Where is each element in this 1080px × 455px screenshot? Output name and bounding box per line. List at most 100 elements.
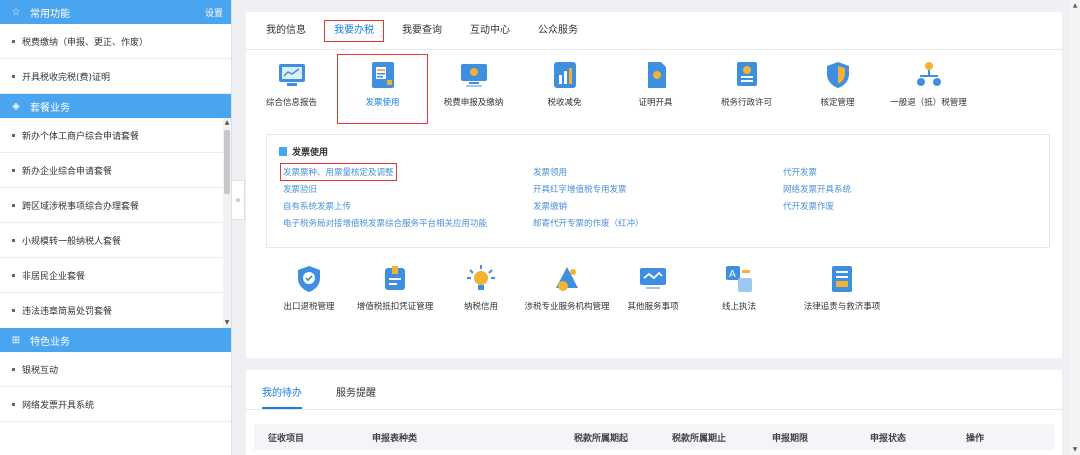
function-tax-reduction[interactable]: 税收减免 bbox=[519, 60, 610, 126]
sidebar-item-label: 税费缴纳（申报、更正、作废） bbox=[22, 37, 149, 48]
monitor-wave-icon bbox=[640, 268, 666, 289]
sidebar-item-label: 新办企业综合申请套餐 bbox=[22, 166, 113, 177]
shield-icon bbox=[826, 62, 849, 88]
certificate-icon bbox=[647, 62, 666, 88]
bullet-icon bbox=[12, 74, 15, 78]
page-scrollbar[interactable]: ▲ ▼ bbox=[1070, 0, 1080, 455]
column-header: 税款所属期止 bbox=[672, 433, 727, 444]
function-vat-deduction[interactable]: 增值税抵扣凭证管理 bbox=[352, 264, 438, 312]
sidebar-item-label: 新办个体工商户综合申请套餐 bbox=[22, 131, 140, 142]
function-tax-credit[interactable]: 纳税信用 bbox=[438, 264, 524, 312]
sidebar-item-package-3[interactable]: 跨区域涉税事项综合办理套餐 bbox=[0, 188, 231, 223]
function-label: 核定管理 bbox=[820, 98, 855, 108]
link-invoice-cancel[interactable]: 发票缴销 bbox=[533, 200, 567, 212]
tab-service-reminder[interactable]: 服务提醒 bbox=[336, 384, 376, 409]
svg-text:A: A bbox=[729, 269, 736, 280]
package-scrollbar[interactable]: ▲ ▼ bbox=[223, 118, 231, 328]
function-label: 增值税抵扣凭证管理 bbox=[356, 302, 434, 312]
bullet-icon bbox=[12, 238, 15, 242]
function-legal-remedy[interactable]: 法律追责与救济事项 bbox=[782, 264, 902, 312]
common-functions-header[interactable]: ☆ 常用功能 设置 bbox=[0, 0, 231, 24]
section-title: 特色业务 bbox=[30, 336, 70, 348]
function-info-report[interactable]: 综合信息报告 bbox=[246, 60, 337, 126]
tab-interaction[interactable]: 互动中心 bbox=[460, 20, 520, 42]
package-business-header[interactable]: ◈ 套餐业务 bbox=[0, 94, 231, 118]
sidebar-item-label: 跨区域涉税事项综合办理套餐 bbox=[22, 201, 140, 212]
bullet-icon bbox=[12, 402, 15, 406]
sidebar-item-label: 违法违章简易处罚套餐 bbox=[22, 307, 113, 317]
function-other-services[interactable]: 其他服务事项 bbox=[610, 264, 696, 312]
shield-check-icon bbox=[298, 266, 320, 292]
function-label: 其他服务事项 bbox=[627, 302, 679, 312]
column-header: 征收项目 bbox=[268, 433, 305, 444]
bullet-icon bbox=[12, 273, 15, 277]
function-online-enforcement[interactable]: A 线上执法 bbox=[696, 264, 782, 312]
bullet-icon bbox=[12, 168, 15, 172]
settings-link[interactable]: 设置 bbox=[205, 6, 223, 19]
function-invoice-use[interactable]: 发票使用 bbox=[337, 54, 428, 124]
function-professional-service[interactable]: 涉税专业服务机构管理 bbox=[524, 264, 610, 312]
scroll-up-arrow-icon[interactable]: ▲ bbox=[223, 119, 231, 127]
link-invoice-type-adjust[interactable]: 发票票种、用票量核定及调整 bbox=[280, 163, 397, 181]
link-agent-invoice-void[interactable]: 代开发票作废 bbox=[783, 200, 834, 212]
function-label: 发票使用 bbox=[365, 98, 400, 108]
tab-query[interactable]: 我要查询 bbox=[392, 20, 452, 42]
collapse-sidebar-button[interactable]: « bbox=[232, 180, 245, 220]
sidebar-item-bank-tax[interactable]: 银税互动 bbox=[0, 352, 231, 387]
sidebar-item-label: 开具税收完税(费)证明 bbox=[22, 72, 111, 83]
function-label: 法律追责与救济事项 bbox=[803, 302, 881, 312]
scroll-down-arrow-icon[interactable]: ▼ bbox=[1070, 446, 1080, 453]
link-invoice-check-old[interactable]: 发票验旧 bbox=[283, 183, 317, 195]
license-card-icon bbox=[736, 62, 757, 86]
function-refund[interactable]: 一般退（抵）税管理 bbox=[883, 60, 974, 126]
column-header: 申报期限 bbox=[772, 433, 809, 444]
invoice-subpanel: 发票使用 发票票种、用票量核定及调整 发票验旧 自有系统发票上传 电子税务局对接… bbox=[266, 134, 1050, 248]
sidebar-item-package-1[interactable]: 新办个体工商户综合申请套餐 bbox=[0, 118, 231, 153]
link-red-invoice[interactable]: 开具红字增值税专用发票 bbox=[533, 183, 627, 195]
table-header: 征收项目 申报表种类 税款所属期起 税款所属期止 申报期限 申报状态 操作 bbox=[254, 424, 1054, 450]
function-label: 证明开具 bbox=[638, 98, 673, 108]
sidebar-item-package-2[interactable]: 新办企业综合申请套餐 bbox=[0, 153, 231, 188]
sidebar-item-label: 网络发票开具系统 bbox=[22, 400, 95, 411]
function-export-refund[interactable]: 出口退税管理 bbox=[266, 264, 352, 312]
link-online-invoice-system[interactable]: 网络发票开具系统 bbox=[783, 183, 851, 195]
receipt-icon bbox=[385, 266, 405, 290]
function-verification[interactable]: 核定管理 bbox=[792, 60, 883, 126]
link-own-system-upload[interactable]: 自有系统发票上传 bbox=[283, 200, 351, 212]
tab-do-tax[interactable]: 我要办税 bbox=[324, 19, 384, 42]
tab-public-service[interactable]: 公众服务 bbox=[528, 20, 588, 42]
sidebar-item-tax-payment[interactable]: 税费缴纳（申报、更正、作废） bbox=[0, 24, 231, 59]
report-chart-icon bbox=[278, 64, 305, 86]
pen-tool-icon bbox=[556, 267, 578, 291]
sidebar-item-tax-certificate[interactable]: 开具税收完税(费)证明 bbox=[0, 59, 231, 94]
scroll-up-arrow-icon[interactable]: ▲ bbox=[1070, 2, 1080, 9]
tab-my-info[interactable]: 我的信息 bbox=[256, 20, 316, 42]
function-admin-license[interactable]: 税务行政许可 bbox=[701, 60, 792, 126]
org-tree-icon bbox=[916, 62, 941, 86]
tab-my-todo[interactable]: 我的待办 bbox=[262, 384, 302, 409]
link-platform-integration[interactable]: 电子税务局对接增值税发票综合服务平台相关应用功能 bbox=[283, 217, 487, 229]
link-invoice-claim[interactable]: 发票领用 bbox=[533, 166, 567, 178]
sidebar-item-package-4[interactable]: 小规模转一般纳税人套餐 bbox=[0, 223, 231, 258]
sidebar-item-package-5[interactable]: 非居民企业套餐 bbox=[0, 258, 231, 293]
function-label: 纳税信用 bbox=[463, 302, 498, 312]
link-agent-invoice[interactable]: 代开发票 bbox=[783, 166, 817, 178]
function-label: 综合信息报告 bbox=[265, 98, 317, 108]
function-tax-declaration[interactable]: 税费申报及缴纳 bbox=[428, 60, 519, 126]
bullet-icon bbox=[12, 309, 15, 312]
function-label: 税收减免 bbox=[547, 98, 582, 108]
section-title: 套餐业务 bbox=[30, 102, 70, 114]
column-header: 申报状态 bbox=[870, 433, 907, 444]
sidebar-item-label: 银税互动 bbox=[22, 365, 59, 376]
sidebar-item-package-6[interactable]: 违法违章简易处罚套餐 bbox=[0, 293, 231, 328]
link-mail-invoice-void[interactable]: 邮寄代开专票的作废（红冲） bbox=[533, 217, 644, 229]
invoice-document-icon bbox=[371, 62, 394, 88]
double-chevron-left-icon: « bbox=[234, 194, 242, 206]
sidebar-item-online-invoice[interactable]: 网络发票开具系统 bbox=[0, 387, 231, 422]
scrollbar-thumb[interactable] bbox=[224, 130, 230, 194]
function-row: 综合信息报告 发票使用 税费申报及缴纳 税收减免 证明开具 税务行政许可 核定管… bbox=[246, 50, 1062, 126]
subpanel-title: 发票使用 bbox=[279, 145, 328, 158]
featured-business-header[interactable]: ⊞ 特色业务 bbox=[0, 328, 231, 352]
function-certificate[interactable]: 证明开具 bbox=[610, 60, 701, 126]
scroll-down-arrow-icon[interactable]: ▼ bbox=[223, 319, 231, 327]
